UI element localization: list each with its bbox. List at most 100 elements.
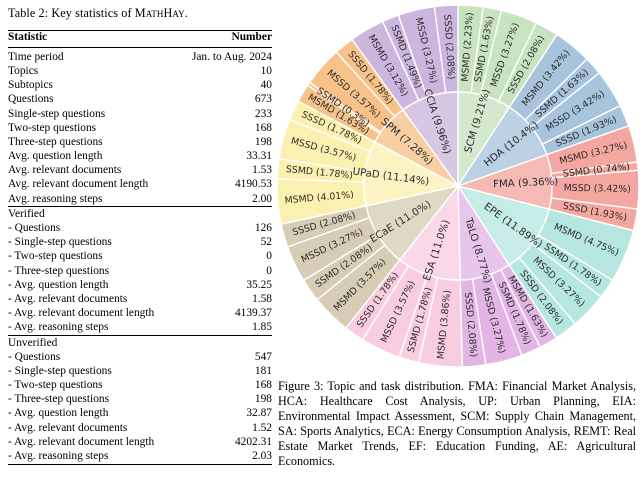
table-caption-text: Key statistics of bbox=[51, 6, 132, 20]
table-cell-label: - Single-step questions bbox=[8, 364, 112, 377]
table-row: Questions 673 bbox=[8, 93, 272, 107]
table-cell-value: 4139.37 bbox=[234, 307, 272, 320]
table-cell-label: Single-step questions bbox=[8, 107, 106, 120]
table-section-title-row: Verified bbox=[8, 206, 272, 222]
table-cell-label: Avg. relevant documents bbox=[8, 164, 122, 177]
figure-caption: Figure 3: Topic and task distribution. F… bbox=[278, 379, 636, 469]
table-cell-label: Avg. relevant document length bbox=[8, 178, 149, 191]
table-section-title: Unverified bbox=[8, 335, 179, 351]
table-row: - Avg. reasoning steps 2.03 bbox=[8, 450, 272, 465]
table-row: - Three-step questions 198 bbox=[8, 393, 272, 407]
table-row: Avg. reasoning steps 2.00 bbox=[8, 192, 272, 207]
table-cell-value: 33.31 bbox=[246, 150, 272, 163]
sunburst-outer-label: MSSD (3.42%) bbox=[564, 183, 632, 195]
table-row: - Questions 126 bbox=[8, 222, 272, 236]
table-cell-label: - Avg. question length bbox=[8, 278, 109, 291]
table-cell-value: 32.87 bbox=[246, 407, 272, 420]
table-row: Time period Jan. to Aug. 2024 bbox=[8, 47, 272, 65]
table-cell-label: - Two-step questions bbox=[8, 250, 103, 263]
table-row: Two-step questions 168 bbox=[8, 121, 272, 135]
table-caption-prefix: Table 2: bbox=[8, 6, 49, 20]
table-row: Topics 10 bbox=[8, 65, 272, 79]
table-section-title-value bbox=[178, 335, 272, 351]
table-cell-label: Two-step questions bbox=[8, 121, 97, 134]
table-cell-value: 0 bbox=[266, 250, 272, 263]
table-cell-value: 52 bbox=[260, 236, 272, 249]
table-row: - Single-step questions 52 bbox=[8, 236, 272, 250]
table-row: - Single-step questions 181 bbox=[8, 365, 272, 379]
table-row: - Avg. question length 35.25 bbox=[8, 278, 272, 292]
table-cell-value: 233 bbox=[254, 107, 272, 120]
table-cell-value: 4190.53 bbox=[234, 178, 272, 191]
table-cell-label: - Three-step questions bbox=[8, 264, 110, 277]
table-cell-value: 4202.31 bbox=[234, 435, 272, 448]
table-row: - Avg. reasoning steps 1.85 bbox=[8, 321, 272, 336]
table-cell-label: - Avg. relevant document length bbox=[8, 435, 155, 448]
table-cell-value: Jan. to Aug. 2024 bbox=[178, 47, 272, 65]
table-cell-label: - Avg. reasoning steps bbox=[8, 321, 109, 334]
table-cell-label: - Avg. relevant document length bbox=[8, 307, 155, 320]
table-row: Subtopics 40 bbox=[8, 79, 272, 93]
table-cell-label: - Questions bbox=[8, 222, 61, 235]
table-header-row: Statistic Number bbox=[8, 29, 272, 48]
table-bottom-rule bbox=[8, 463, 272, 466]
table-cell-label: Questions bbox=[8, 93, 54, 106]
sunburst-svg: SCM (9.21%)MSMD (2.23%)SSMD (1.63%)MSSD … bbox=[276, 4, 640, 368]
table-bottom-rule-cell bbox=[178, 463, 272, 466]
table-cell-value: 673 bbox=[254, 93, 272, 106]
table-row: Three-step questions 198 bbox=[8, 136, 272, 150]
table-cell-label: - Single-step questions bbox=[8, 236, 112, 249]
table-cell-value: 168 bbox=[254, 379, 272, 392]
table-cell-label: Three-step questions bbox=[8, 135, 103, 148]
table-cell-value: 35.25 bbox=[246, 278, 272, 291]
table-row: Avg. relevant document length 4190.53 bbox=[8, 178, 272, 192]
figure-column: SCM (9.21%) MSMD (2.23%) SSMD (1.63%) MSSD … bbox=[276, 0, 640, 372]
table-row: Single-step questions 233 bbox=[8, 107, 272, 121]
table-cell-value: 0 bbox=[266, 264, 272, 277]
table-row: - Avg. question length 32.87 bbox=[8, 407, 272, 421]
sunburst-chart: SCM (9.21%) MSMD (2.23%) SSMD (1.63%) MSSD … bbox=[276, 0, 640, 372]
table-cell-value: 40 bbox=[260, 79, 272, 92]
table-row: - Two-step questions 168 bbox=[8, 379, 272, 393]
table-cell-value: 1.52 bbox=[252, 421, 272, 434]
table-cell-value: 1.58 bbox=[252, 292, 272, 305]
table-bottom-rule-cell bbox=[8, 463, 179, 466]
table-row: - Avg. relevant document length 4139.37 bbox=[8, 307, 272, 321]
table-section-title-value bbox=[178, 206, 272, 222]
table-cell-value: 10 bbox=[260, 64, 272, 77]
table-cell-label: Avg. question length bbox=[8, 150, 103, 163]
key-statistics-table: Statistic Number Time period Jan. to Aug. 2… bbox=[8, 29, 272, 466]
table-row: - Two-step questions 0 bbox=[8, 250, 272, 264]
table-cell-label: Subtopics bbox=[8, 79, 53, 92]
table-column: Table 2: Key statistics of MathHay. Stat… bbox=[8, 6, 272, 466]
table-cell-label: Time period bbox=[8, 47, 179, 65]
table-row: - Avg. relevant document length 4202.31 bbox=[8, 435, 272, 449]
table-row: - Avg. relevant documents 1.52 bbox=[8, 421, 272, 435]
table-cell-label: Topics bbox=[8, 64, 39, 77]
table-row: Avg. relevant documents 1.53 bbox=[8, 164, 272, 178]
table-cell-label: - Two-step questions bbox=[8, 379, 103, 392]
table-caption-suffix: . bbox=[184, 6, 188, 20]
table-cell-value: 126 bbox=[254, 222, 272, 235]
table-row: - Three-step questions 0 bbox=[8, 264, 272, 278]
column-header-statistic: Statistic bbox=[8, 29, 179, 48]
table-cell-value: 198 bbox=[254, 393, 272, 406]
table-row: - Avg. relevant documents 1.58 bbox=[8, 293, 272, 307]
table-cell-value: 168 bbox=[254, 121, 272, 134]
table-cell-label: - Questions bbox=[8, 350, 61, 363]
table-row: - Questions 547 bbox=[8, 350, 272, 364]
table-caption-dataset-name: MathHay bbox=[134, 6, 185, 20]
table-cell-value: 181 bbox=[254, 364, 272, 377]
table-cell-value: 2.03 bbox=[252, 450, 272, 463]
table-caption: Table 2: Key statistics of MathHay. bbox=[8, 6, 272, 21]
table-cell-label: Avg. reasoning steps bbox=[8, 192, 103, 205]
table-cell-label: - Avg. reasoning steps bbox=[8, 450, 109, 463]
table-cell-value: 198 bbox=[254, 135, 272, 148]
table-cell-label: - Avg. relevant documents bbox=[8, 292, 128, 305]
table-cell-value: 547 bbox=[254, 350, 272, 363]
table-cell-label: - Three-step questions bbox=[8, 393, 110, 406]
table-section-title-row: Unverified bbox=[8, 335, 272, 351]
table-cell-label: - Avg. relevant documents bbox=[8, 421, 128, 434]
table-cell-label: - Avg. question length bbox=[8, 407, 109, 420]
paper-page: Table 2: Key statistics of MathHay. Stat… bbox=[0, 0, 640, 503]
